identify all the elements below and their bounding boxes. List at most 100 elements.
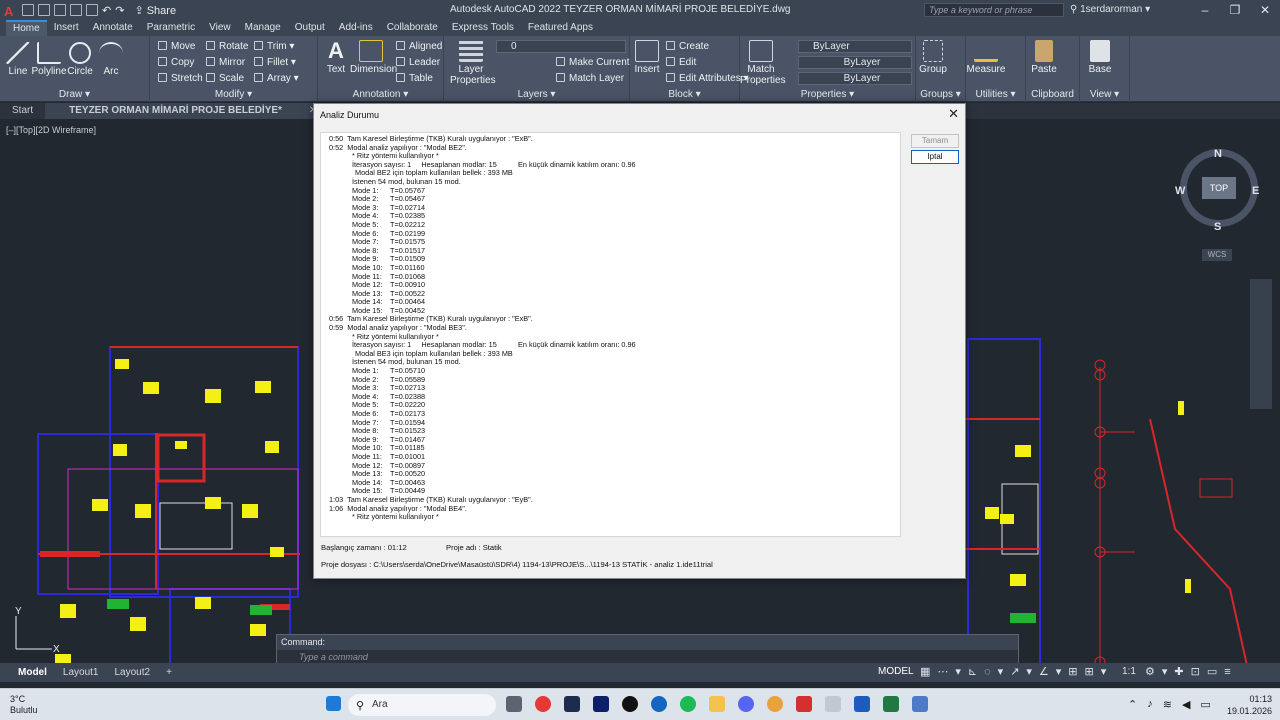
annotation-panel-label[interactable]: Annotation ▾ (318, 89, 443, 100)
edit-block-button[interactable]: Edit (666, 57, 696, 68)
base-button[interactable]: Base (1080, 40, 1120, 75)
save-icon[interactable] (54, 4, 66, 16)
edge-icon[interactable] (651, 696, 667, 712)
navigation-bar[interactable] (1250, 279, 1272, 409)
draw-panel-label[interactable]: Draw ▾ (0, 89, 149, 100)
insert-button[interactable]: Insert (630, 40, 664, 75)
tab-express-tools[interactable]: Express Tools (445, 20, 521, 36)
task-view-icon[interactable] (506, 696, 522, 712)
stretch-button[interactable]: Stretch (158, 73, 203, 84)
maximize-icon[interactable]: ❐ (1220, 0, 1250, 20)
tab-parametric[interactable]: Parametric (140, 20, 202, 36)
file-explorer-icon[interactable] (709, 696, 725, 712)
tab-featured-apps[interactable]: Featured Apps (521, 20, 600, 36)
compass-west[interactable]: W (1175, 185, 1185, 197)
discord-icon[interactable] (738, 696, 754, 712)
view-panel-label[interactable]: View ▾ (1080, 89, 1129, 100)
tab-add-ins[interactable]: Add-ins (332, 20, 380, 36)
search-input[interactable]: Type a keyword or phrase (924, 3, 1064, 17)
start-button[interactable] (326, 696, 341, 711)
text-button[interactable]: A Text (320, 40, 352, 76)
viewcube-top[interactable]: TOP (1202, 177, 1236, 199)
groups-panel-label[interactable]: Groups ▾ (916, 89, 965, 100)
create-block-button[interactable]: Create (666, 41, 709, 52)
scale-button[interactable]: Scale (206, 73, 244, 84)
chrome-icon[interactable] (767, 696, 783, 712)
tab-model[interactable]: Model (0, 667, 55, 678)
tab-start[interactable]: Start (0, 103, 45, 119)
tab-view[interactable]: View (202, 20, 238, 36)
utilities-panel-label[interactable]: Utilities ▾ (966, 89, 1025, 100)
autocad-taskbar-icon[interactable] (796, 696, 812, 712)
minimize-icon[interactable]: – (1190, 0, 1220, 20)
make-current-button[interactable]: Make Current (556, 57, 630, 68)
clock[interactable]: 01:13 19.01.2026 (1227, 693, 1272, 717)
circle-button[interactable]: Circle (62, 42, 98, 77)
save-as-icon[interactable] (70, 4, 82, 16)
app-icon-4[interactable] (912, 696, 928, 712)
user-account[interactable]: ⚲ 1serdarorman ▾ (1070, 4, 1150, 15)
aligned-button[interactable]: Aligned (396, 41, 442, 52)
model-space-toggle[interactable]: MODEL (878, 666, 914, 677)
lineweight-dropdown[interactable]: ByLayer (798, 72, 912, 85)
plot-icon[interactable] (86, 4, 98, 16)
dimension-button[interactable]: Dimension (350, 40, 397, 75)
match-properties-button[interactable]: Match Properties (740, 40, 786, 86)
linetype-dropdown[interactable]: ByLayer (798, 56, 912, 69)
compass-north[interactable]: N (1214, 148, 1222, 160)
compass-south[interactable]: S (1214, 221, 1221, 233)
undo-icon[interactable]: ↶ (102, 4, 111, 17)
share-button[interactable]: ⇪ Share (134, 4, 176, 17)
group-button[interactable]: Group (918, 40, 948, 75)
trim-button[interactable]: Trim ▾ (254, 41, 294, 52)
copy-button[interactable]: Copy (158, 57, 194, 68)
tab-annotate[interactable]: Annotate (86, 20, 140, 36)
paste-button[interactable]: Paste (1026, 40, 1062, 75)
move-button[interactable]: Move (158, 41, 195, 52)
close-icon[interactable]: ✕ (1250, 0, 1280, 20)
app-icon-3[interactable] (825, 696, 841, 712)
autocad-logo-icon[interactable]: A (4, 4, 18, 19)
dialog-close-icon[interactable]: ✕ (948, 106, 959, 122)
layers-panel-label[interactable]: Layers ▾ (444, 89, 629, 100)
add-layout-icon[interactable]: + (158, 667, 180, 678)
edit-attributes-button[interactable]: Edit Attributes ▾ (666, 73, 749, 84)
tab-insert[interactable]: Insert (47, 20, 86, 36)
spotify-icon[interactable] (680, 696, 696, 712)
table-button[interactable]: Table (396, 73, 433, 84)
properties-panel-label[interactable]: Properties ▾ (740, 89, 915, 100)
tray-chevron-icon[interactable]: ⌃ (1128, 698, 1137, 711)
tab-manage[interactable]: Manage (238, 20, 288, 36)
tab-layout1[interactable]: Layout1 (55, 667, 107, 678)
layer-properties-button[interactable]: Layer Properties (450, 40, 496, 86)
analysis-log[interactable]: 0:50 Tam Karesel Birleştirme (TKB) Kural… (320, 132, 901, 537)
color-dropdown[interactable]: ByLayer (798, 40, 912, 53)
array-button[interactable]: Array ▾ (254, 73, 299, 84)
tab-collaborate[interactable]: Collaborate (380, 20, 445, 36)
block-panel-label[interactable]: Block ▾ (630, 89, 739, 100)
open-file-icon[interactable] (38, 4, 50, 16)
viewport-label[interactable]: [–][Top][2D Wireframe] (6, 125, 96, 135)
ok-button[interactable]: Tamam (911, 134, 959, 148)
cancel-button[interactable]: Iptal (911, 150, 959, 164)
mirror-button[interactable]: Mirror (206, 57, 245, 68)
battery-icon[interactable]: ▭ (1200, 698, 1210, 711)
fillet-button[interactable]: Fillet ▾ (254, 57, 296, 68)
wcs-menu[interactable]: WCS (1202, 249, 1232, 261)
tab-output[interactable]: Output (288, 20, 332, 36)
photoshop-icon[interactable] (593, 696, 609, 712)
tab-drawing[interactable]: TEYZER ORMAN MİMARİ PROJE BELEDİYE* ✕ (45, 103, 342, 119)
new-file-icon[interactable] (22, 4, 34, 16)
tab-home[interactable]: Home (6, 20, 47, 36)
microphone-icon[interactable]: ♪ (1147, 698, 1153, 711)
redo-icon[interactable]: ↷ (115, 4, 124, 17)
word-icon[interactable] (854, 696, 870, 712)
leader-button[interactable]: Leader (396, 57, 440, 68)
app-icon-2[interactable] (622, 696, 638, 712)
rotate-button[interactable]: Rotate (206, 41, 248, 52)
modify-panel-label[interactable]: Modify ▾ (150, 89, 317, 100)
wifi-icon[interactable]: ≋ (1163, 698, 1172, 711)
clipboard-panel-label[interactable]: Clipboard (1026, 89, 1079, 100)
compass-east[interactable]: E (1252, 185, 1259, 197)
steam-icon[interactable] (564, 696, 580, 712)
